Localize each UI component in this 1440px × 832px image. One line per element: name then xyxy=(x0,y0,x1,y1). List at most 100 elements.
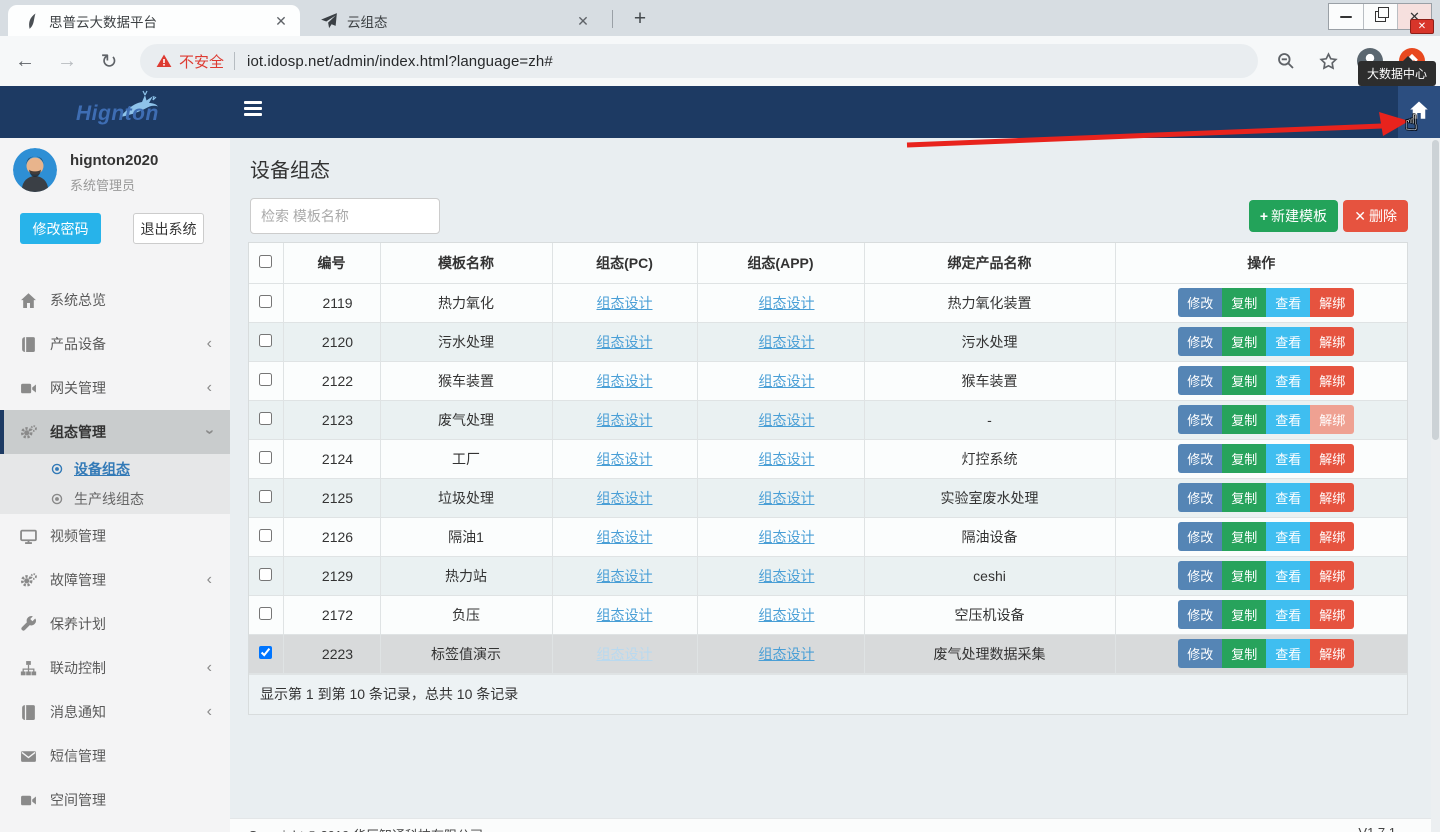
unbind-button[interactable]: 解绑 xyxy=(1310,639,1354,668)
app-config-design-link[interactable]: 组态设计 xyxy=(759,373,815,389)
change-password-button[interactable]: 修改密码 xyxy=(20,213,101,244)
unbind-button[interactable]: 解绑 xyxy=(1310,444,1354,473)
copy-button[interactable]: 复制 xyxy=(1222,405,1266,434)
pc-config-design-link[interactable]: 组态设计 xyxy=(597,646,653,662)
app-config-design-link[interactable]: 组态设计 xyxy=(759,412,815,428)
copy-button[interactable]: 复制 xyxy=(1222,366,1266,395)
unbind-button[interactable]: 解绑 xyxy=(1310,327,1354,356)
sidebar-item-linkage-control[interactable]: 联动控制‹ xyxy=(0,646,230,690)
unbind-button[interactable]: 解绑 xyxy=(1310,288,1354,317)
sidebar-item-video-mgmt[interactable]: 视频管理 xyxy=(0,514,230,558)
delete-button[interactable]: ✕删除 xyxy=(1343,200,1408,232)
copy-button[interactable]: 复制 xyxy=(1222,522,1266,551)
modify-button[interactable]: 修改 xyxy=(1178,483,1222,512)
sidebar-item-maintenance-plan[interactable]: 保养计划 xyxy=(0,602,230,646)
logout-button[interactable]: 退出系统 xyxy=(133,213,204,244)
app-config-design-link[interactable]: 组态设计 xyxy=(759,646,815,662)
pc-config-design-link[interactable]: 组态设计 xyxy=(597,568,653,584)
row-checkbox[interactable] xyxy=(259,451,272,464)
row-checkbox[interactable] xyxy=(259,334,272,347)
copy-button[interactable]: 复制 xyxy=(1222,639,1266,668)
app-config-design-link[interactable]: 组态设计 xyxy=(759,451,815,467)
row-checkbox[interactable] xyxy=(259,529,272,542)
reload-icon[interactable]: ↻ xyxy=(92,44,126,78)
browser-tab-inactive[interactable]: 云组态 ✕ xyxy=(306,5,602,36)
row-checkbox[interactable] xyxy=(259,607,272,620)
copy-button[interactable]: 复制 xyxy=(1222,327,1266,356)
window-restore-button[interactable] xyxy=(1363,4,1397,29)
pc-config-design-link[interactable]: 组态设计 xyxy=(597,490,653,506)
unbind-button[interactable]: 解绑 xyxy=(1310,483,1354,512)
copy-button[interactable]: 复制 xyxy=(1222,444,1266,473)
sidebar-item-message-notice[interactable]: 消息通知‹ xyxy=(0,690,230,734)
tab-close-icon[interactable]: ✕ xyxy=(574,12,592,30)
pc-config-design-link[interactable]: 组态设计 xyxy=(597,529,653,545)
modify-button[interactable]: 修改 xyxy=(1178,600,1222,629)
row-checkbox[interactable] xyxy=(259,490,272,503)
back-icon[interactable]: ← xyxy=(8,44,42,78)
modify-button[interactable]: 修改 xyxy=(1178,561,1222,590)
view-button[interactable]: 查看 xyxy=(1266,327,1310,356)
new-tab-button[interactable]: + xyxy=(626,6,654,34)
sidebar-item-device-config[interactable]: 设备组态 xyxy=(0,454,230,484)
pc-config-design-link[interactable]: 组态设计 xyxy=(597,373,653,389)
search-input[interactable] xyxy=(250,198,440,234)
app-config-design-link[interactable]: 组态设计 xyxy=(759,607,815,623)
scrollbar[interactable] xyxy=(1431,138,1440,832)
sidebar-item-product-device[interactable]: 产品设备‹ xyxy=(0,322,230,366)
hamburger-menu-icon[interactable] xyxy=(244,101,262,123)
view-button[interactable]: 查看 xyxy=(1266,483,1310,512)
sidebar-item-config-mgmt[interactable]: 组态管理‹ xyxy=(0,410,230,454)
window-minimize-button[interactable] xyxy=(1329,4,1363,29)
pc-config-design-link[interactable]: 组态设计 xyxy=(597,295,653,311)
modify-button[interactable]: 修改 xyxy=(1178,444,1222,473)
tab-close-icon[interactable]: ✕ xyxy=(272,12,290,30)
row-checkbox[interactable] xyxy=(259,646,272,659)
app-config-design-link[interactable]: 组态设计 xyxy=(759,490,815,506)
copy-button[interactable]: 复制 xyxy=(1222,561,1266,590)
view-button[interactable]: 查看 xyxy=(1266,288,1310,317)
unbind-button[interactable]: 解绑 xyxy=(1310,405,1354,434)
bookmark-star-icon[interactable] xyxy=(1314,47,1342,75)
scrollbar-thumb[interactable] xyxy=(1432,140,1439,440)
pc-config-design-link[interactable]: 组态设计 xyxy=(597,412,653,428)
sidebar-item-fault-mgmt[interactable]: 故障管理‹ xyxy=(0,558,230,602)
row-checkbox[interactable] xyxy=(259,568,272,581)
unbind-button[interactable]: 解绑 xyxy=(1310,366,1354,395)
row-checkbox[interactable] xyxy=(259,412,272,425)
copy-button[interactable]: 复制 xyxy=(1222,600,1266,629)
select-all-checkbox[interactable] xyxy=(259,255,272,268)
modify-button[interactable]: 修改 xyxy=(1178,366,1222,395)
new-template-button[interactable]: +新建模板 xyxy=(1249,200,1338,232)
browser-tab-active[interactable]: 思普云大数据平台 ✕ xyxy=(8,5,300,36)
view-button[interactable]: 查看 xyxy=(1266,444,1310,473)
copy-button[interactable]: 复制 xyxy=(1222,288,1266,317)
pc-config-design-link[interactable]: 组态设计 xyxy=(597,334,653,350)
sidebar-item-gateway-mgmt[interactable]: 网关管理‹ xyxy=(0,366,230,410)
sidebar-item-system-overview[interactable]: 系统总览 xyxy=(0,278,230,322)
unbind-button[interactable]: 解绑 xyxy=(1310,600,1354,629)
app-config-design-link[interactable]: 组态设计 xyxy=(759,568,815,584)
modify-button[interactable]: 修改 xyxy=(1178,405,1222,434)
copy-button[interactable]: 复制 xyxy=(1222,483,1266,512)
view-button[interactable]: 查看 xyxy=(1266,522,1310,551)
modify-button[interactable]: 修改 xyxy=(1178,639,1222,668)
row-checkbox[interactable] xyxy=(259,373,272,386)
unbind-button[interactable]: 解绑 xyxy=(1310,561,1354,590)
app-config-design-link[interactable]: 组态设计 xyxy=(759,529,815,545)
window-close-button[interactable]: ✕ ✕ xyxy=(1397,4,1431,29)
modify-button[interactable]: 修改 xyxy=(1178,327,1222,356)
view-button[interactable]: 查看 xyxy=(1266,600,1310,629)
sidebar-item-space-mgmt[interactable]: 空间管理 xyxy=(0,778,230,822)
app-config-design-link[interactable]: 组态设计 xyxy=(759,295,815,311)
view-button[interactable]: 查看 xyxy=(1266,561,1310,590)
zoom-out-icon[interactable] xyxy=(1272,47,1300,75)
modify-button[interactable]: 修改 xyxy=(1178,522,1222,551)
modify-button[interactable]: 修改 xyxy=(1178,288,1222,317)
row-checkbox[interactable] xyxy=(259,295,272,308)
unbind-button[interactable]: 解绑 xyxy=(1310,522,1354,551)
sidebar-item-line-config[interactable]: 生产线组态 xyxy=(0,484,230,514)
view-button[interactable]: 查看 xyxy=(1266,366,1310,395)
pc-config-design-link[interactable]: 组态设计 xyxy=(597,451,653,467)
pc-config-design-link[interactable]: 组态设计 xyxy=(597,607,653,623)
